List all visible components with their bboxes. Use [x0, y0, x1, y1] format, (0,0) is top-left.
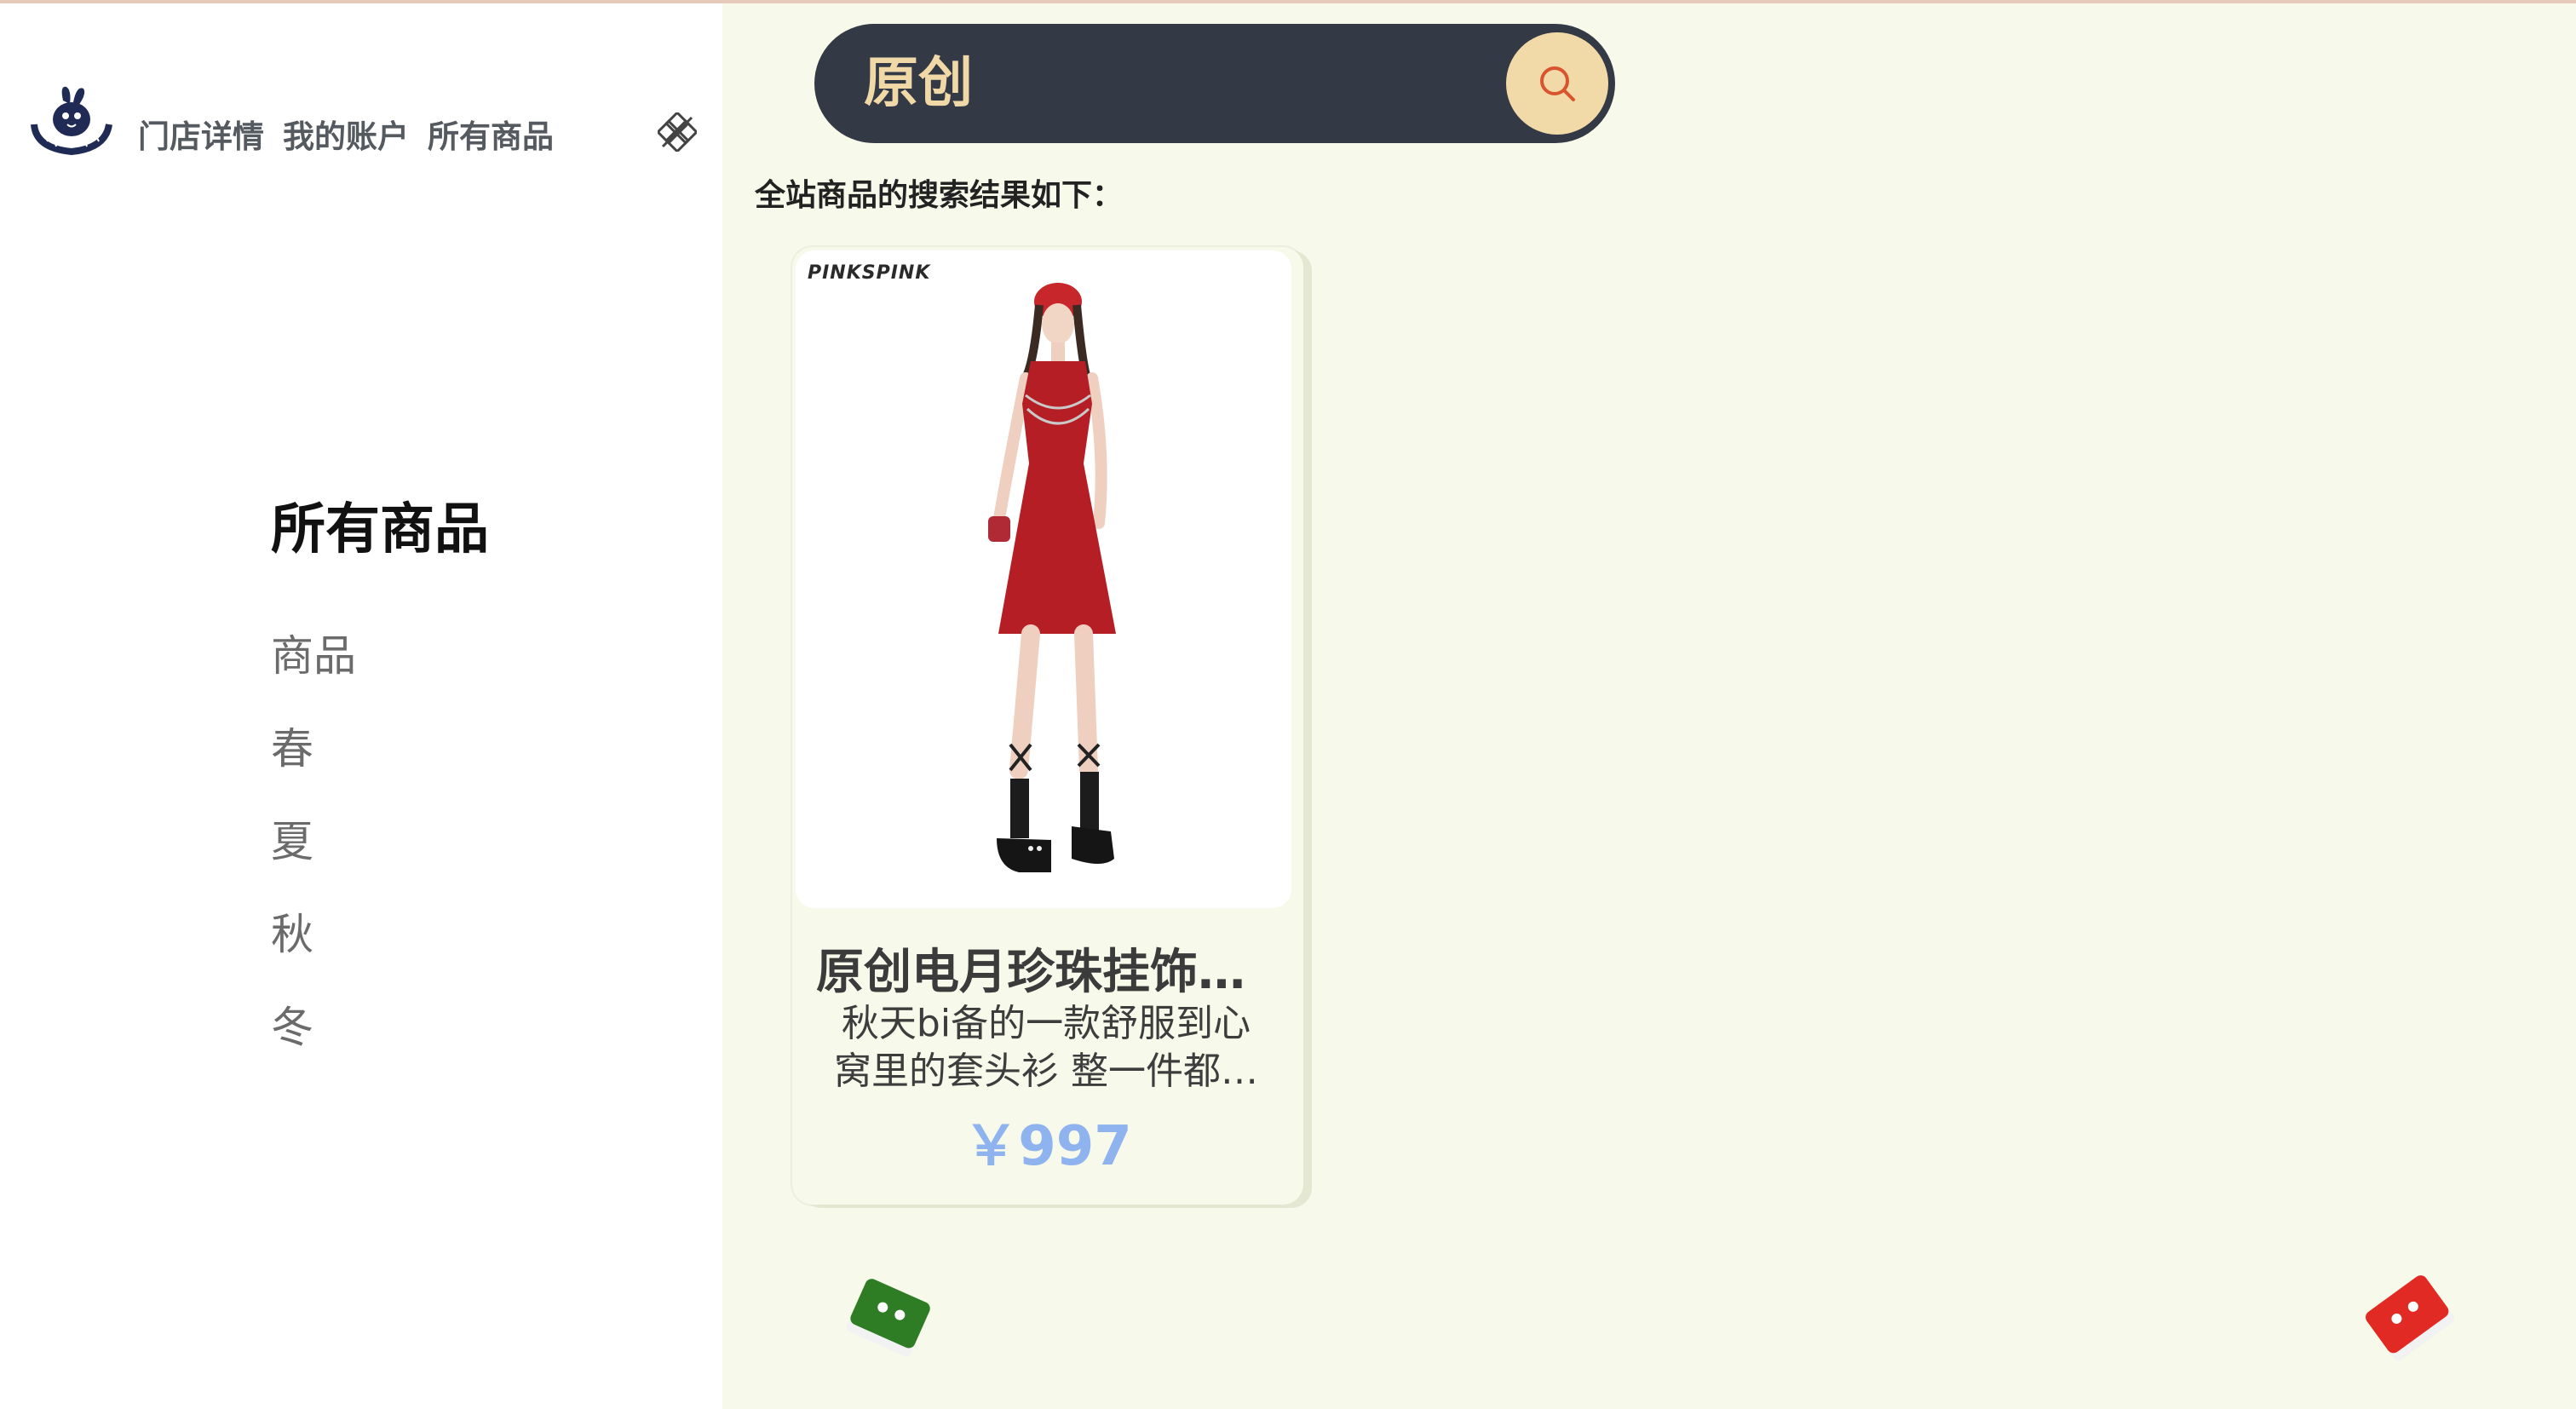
close-icon[interactable] — [656, 111, 699, 153]
search-bar[interactable]: 原创 — [814, 24, 1615, 143]
category-list: 商品 春 夏 秋 冬 — [271, 622, 356, 1086]
search-results-heading: 全站商品的搜索结果如下： — [755, 178, 1124, 213]
category-item-summer[interactable]: 夏 — [271, 808, 356, 900]
top-nav: 门店详情 我的账户 所有商品 — [138, 111, 554, 157]
category-item-spring[interactable]: 春 — [271, 715, 356, 808]
sidebar: 门店详情 我的账户 所有商品 所有商品 商品 春 夏 秋 冬 — [0, 3, 722, 1409]
nav-my-account[interactable]: 我的账户 — [283, 111, 409, 157]
brand-logo-icon[interactable] — [29, 83, 112, 156]
product-description: 秋天bi备的一款舒服到心窝里的套头衫 整一件都很有设计感 — [834, 1002, 1258, 1093]
green-box-icon[interactable] — [840, 1274, 934, 1368]
nav-store-details[interactable]: 门店详情 — [138, 111, 264, 157]
product-card[interactable]: PINKSPINK 原创电月珍珠挂饰无 秋天bi备的一款舒服到心窝里的套头衫 整… — [792, 247, 1303, 1205]
red-box-icon[interactable] — [2361, 1273, 2462, 1368]
search-button[interactable] — [1506, 32, 1608, 135]
category-item-products[interactable]: 商品 — [271, 622, 356, 715]
sidebar-title: 所有商品 — [271, 498, 489, 561]
search-input[interactable]: 原创 — [864, 48, 973, 119]
category-item-autumn[interactable]: 秋 — [271, 900, 356, 993]
nav-all-products[interactable]: 所有商品 — [428, 111, 554, 157]
search-icon — [1540, 66, 1575, 101]
product-image[interactable]: PINKSPINK — [796, 250, 1291, 908]
product-title[interactable]: 原创电月珍珠挂饰无袖连衣裙 — [816, 934, 1276, 1003]
category-item-winter[interactable]: 冬 — [271, 993, 356, 1086]
product-price: ￥997 — [963, 1115, 1132, 1178]
